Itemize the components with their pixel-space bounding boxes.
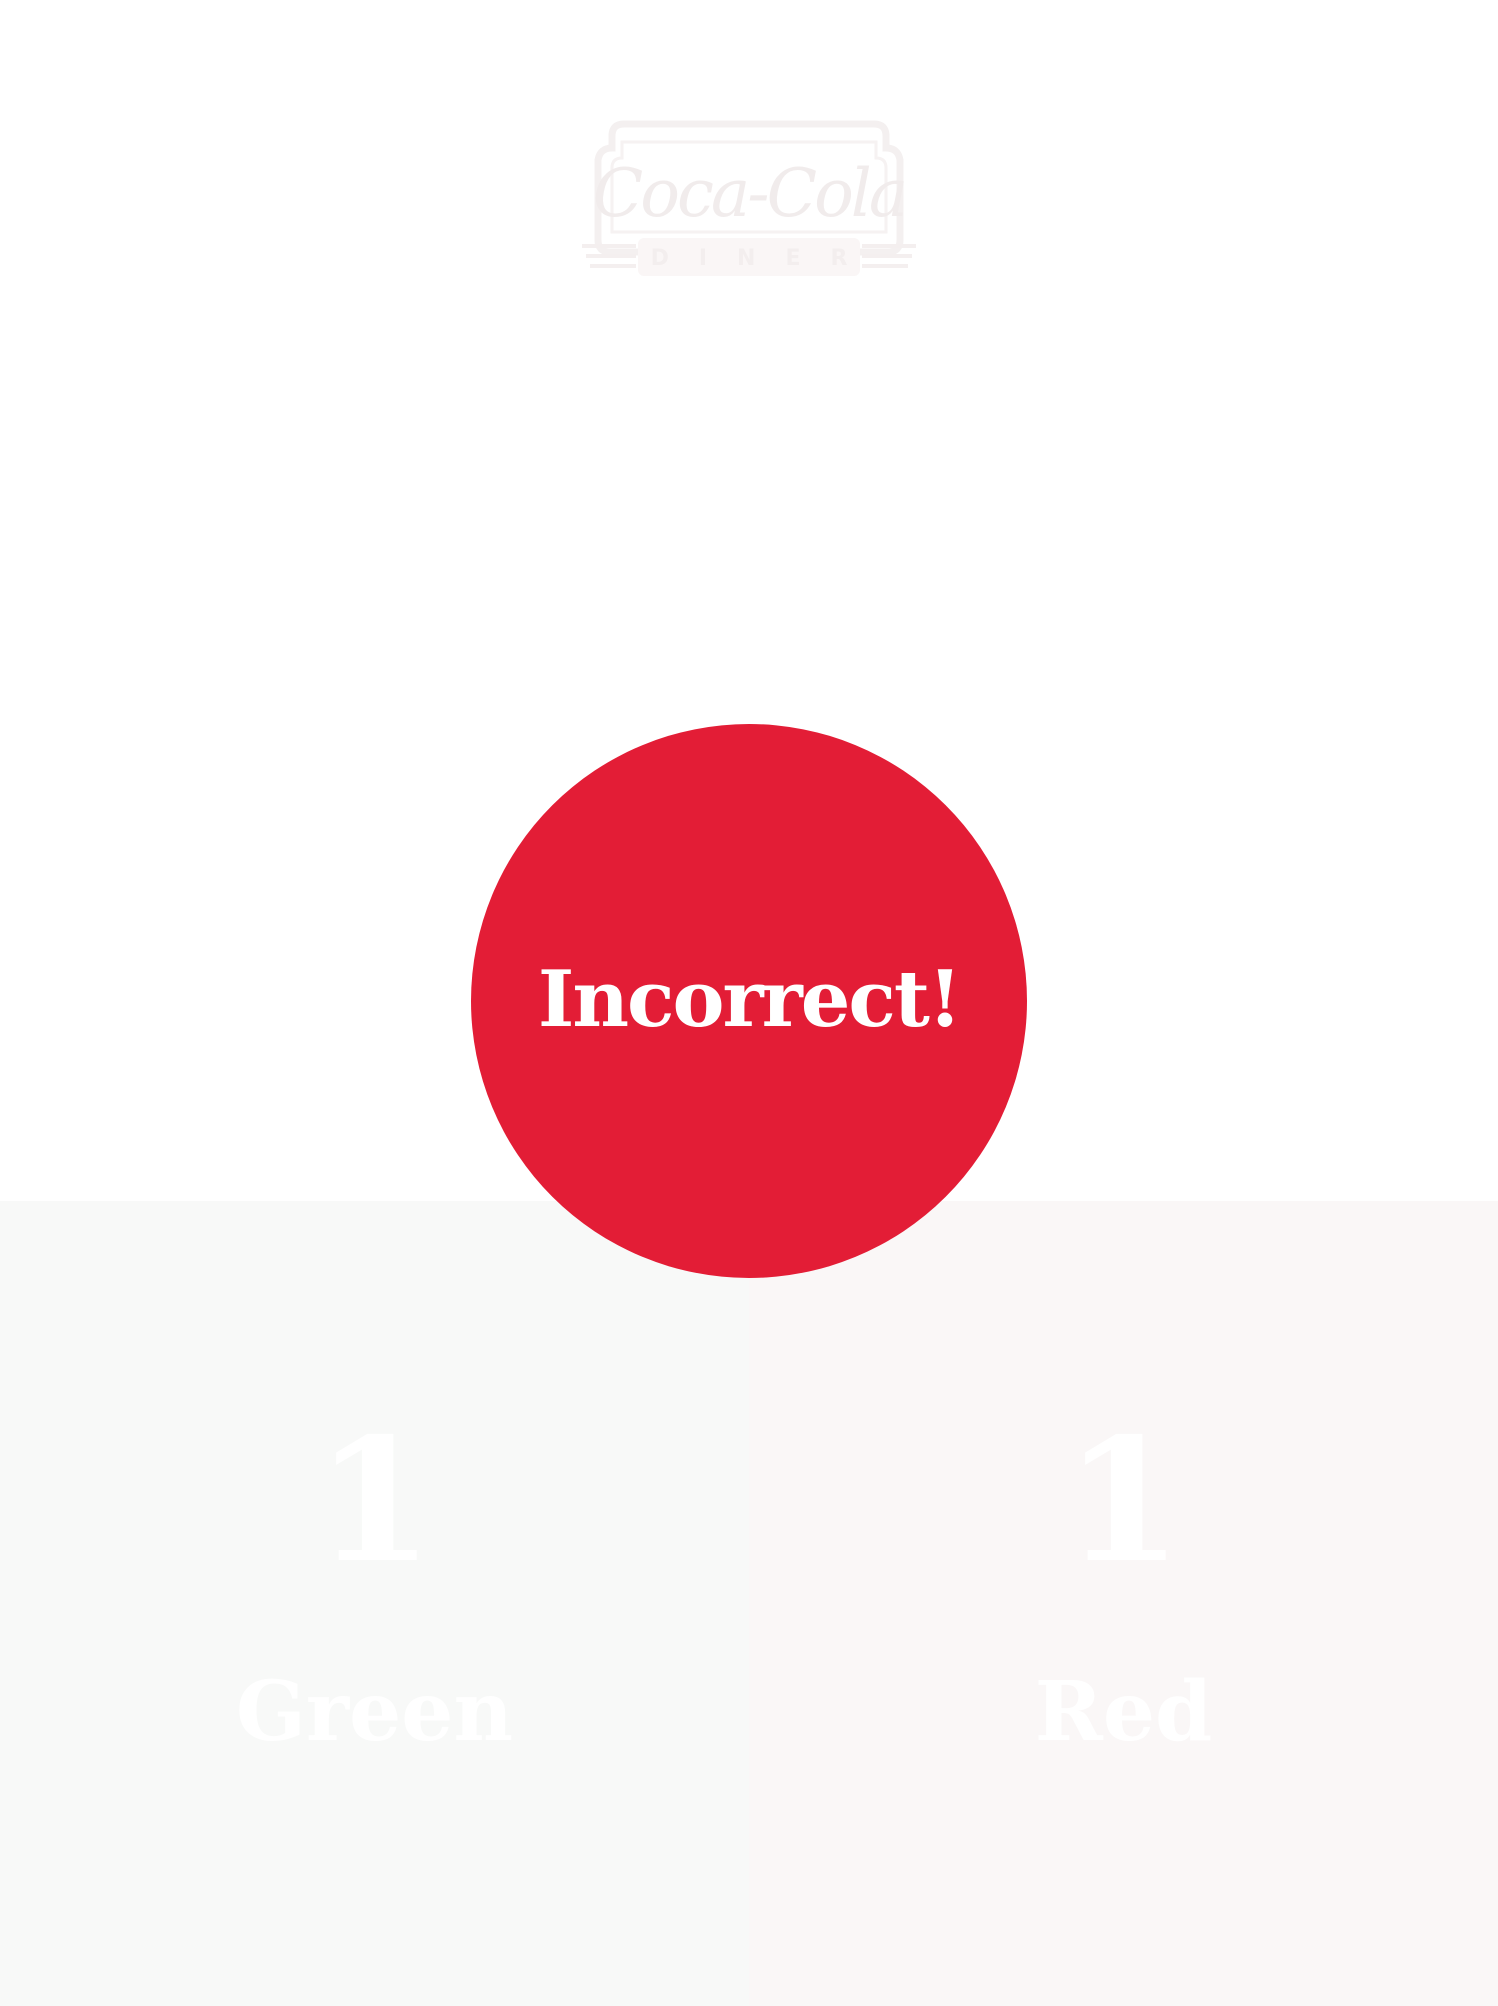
result-text: Incorrect!: [537, 953, 962, 1045]
logo-brand-text: Coca-Cola: [593, 155, 906, 232]
green-label: Green: [235, 1664, 514, 1760]
red-label: Red: [1034, 1664, 1213, 1760]
logo-sub-text: DINER: [651, 246, 878, 271]
coca-cola-diner-logo: Coca-Cola DINER: [578, 120, 920, 280]
green-vote-count: 1: [315, 1401, 434, 1601]
vote-panel-red[interactable]: 1 Red: [749, 1201, 1498, 2006]
red-vote-count: 1: [1064, 1401, 1183, 1601]
vote-panel-green[interactable]: 1 Green: [0, 1201, 749, 2006]
result-circle: Incorrect!: [471, 724, 1027, 1278]
logo-graphic: Coca-Cola DINER: [582, 120, 916, 276]
game-screen: Coca-Cola DINER 1 Green 1 Red Incorrect!: [0, 0, 1498, 2006]
